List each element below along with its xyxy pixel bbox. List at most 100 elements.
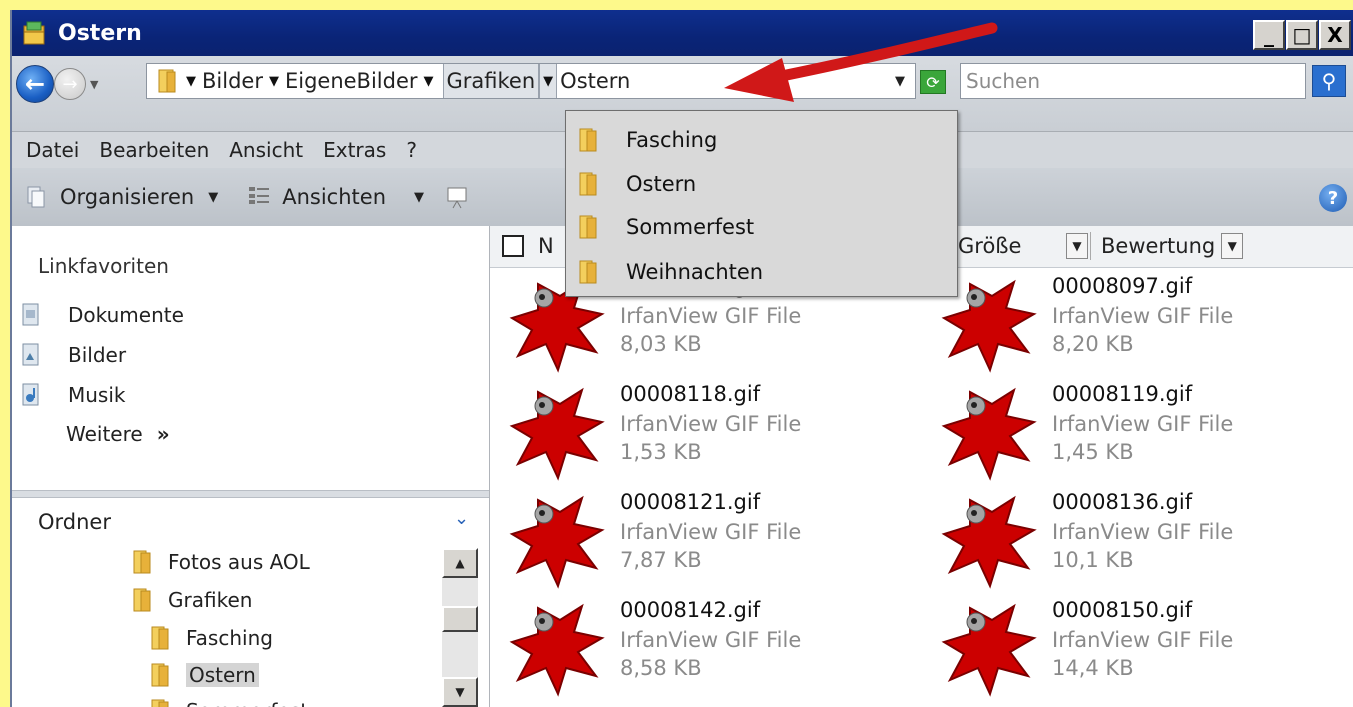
tree-item-label: Sommerfest [186, 699, 308, 707]
dropdown-item-sommerfest[interactable]: Sommerfest [578, 214, 754, 240]
slideshow-icon [446, 185, 467, 209]
file-item[interactable]: 00008121.gif IrfanView GIF File 7,87 KB [508, 490, 928, 598]
chevron-down-icon[interactable]: ⌄ [454, 508, 469, 529]
file-item[interactable]: 00008136.gif IrfanView GIF File 10,1 KB [940, 490, 1353, 598]
file-size: 7,87 KB [620, 548, 702, 572]
organize-icon [26, 185, 46, 209]
favorite-documents[interactable]: Dokumente [20, 302, 184, 328]
folder-icon [150, 698, 172, 707]
file-type: IrfanView GIF File [1052, 520, 1234, 544]
menu-ansicht[interactable]: Ansicht [219, 138, 313, 162]
irfanview-icon [941, 387, 1037, 481]
folder-icon [578, 214, 600, 240]
file-type: IrfanView GIF File [620, 628, 802, 652]
file-item[interactable]: 00008150.gif IrfanView GIF File 14,4 KB [940, 598, 1353, 706]
favorite-pictures[interactable]: Bilder [20, 342, 126, 368]
documents-icon [20, 302, 42, 328]
double-chevron-right-icon: » [156, 422, 170, 446]
file-item[interactable]: 00008142.gif IrfanView GIF File 8,58 KB [508, 598, 928, 706]
dropdown-item-label: Sommerfest [626, 215, 755, 239]
file-item[interactable]: 00008119.gif IrfanView GIF File 1,45 KB [940, 382, 1353, 490]
organize-label: Organisieren [60, 185, 195, 209]
music-icon [20, 382, 42, 408]
scroll-down-button[interactable]: ▼ [442, 677, 478, 707]
tree-item-fotos-aus-aol[interactable]: Fotos aus AOL [128, 547, 314, 577]
views-button[interactable]: Ansichten ▼ [248, 185, 424, 209]
tree-item-fasching[interactable]: Fasching [146, 623, 277, 653]
menu-bearbeiten[interactable]: Bearbeiten [89, 138, 219, 162]
file-item[interactable]: 00008118.gif IrfanView GIF File 1,53 KB [508, 382, 928, 490]
file-name: 00008142.gif [620, 598, 761, 622]
favorite-music[interactable]: Musik [20, 382, 126, 408]
scroll-thumb[interactable] [442, 606, 478, 632]
pictures-icon [20, 342, 42, 368]
file-name: 00008097.gif [1052, 274, 1193, 298]
file-size: 1,45 KB [1052, 440, 1134, 464]
file-name: 00008118.gif [620, 382, 761, 406]
file-type: IrfanView GIF File [620, 304, 802, 328]
file-item[interactable]: 00008097.gif IrfanView GIF File 8,20 KB [940, 274, 1353, 382]
tree-item-sommerfest[interactable]: Sommerfest [146, 696, 312, 707]
file-name: 00008119.gif [1052, 382, 1193, 406]
folder-icon [578, 171, 600, 197]
menu-extras[interactable]: Extras [313, 138, 396, 162]
column-size[interactable]: Größe [958, 232, 1021, 260]
tree-item-label-selected: Ostern [186, 663, 259, 687]
irfanview-icon [941, 495, 1037, 589]
dropdown-item-fasching[interactable]: Fasching [578, 127, 717, 153]
views-icon [248, 185, 270, 209]
file-type: IrfanView GIF File [1052, 628, 1234, 652]
file-type: IrfanView GIF File [620, 520, 802, 544]
irfanview-icon [509, 603, 605, 697]
favorites-more[interactable]: Weitere » [66, 422, 170, 446]
tree-item-label: Fasching [186, 626, 273, 650]
file-size: 14,4 KB [1052, 656, 1134, 680]
column-rating-label: Bewertung [1101, 234, 1216, 258]
irfanview-icon [509, 387, 605, 481]
file-type: IrfanView GIF File [1052, 304, 1234, 328]
folder-icon [150, 662, 172, 688]
select-all-checkbox[interactable] [502, 235, 524, 257]
favorites-title: Linkfavoriten [38, 254, 169, 278]
chevron-down-icon[interactable]: ▼ [1221, 233, 1244, 259]
chevron-down-icon: ▼ [414, 189, 425, 205]
organize-button[interactable]: Organisieren ▼ [26, 185, 218, 209]
slideshow-button[interactable] [446, 185, 480, 209]
file-size: 8,58 KB [620, 656, 702, 680]
dropdown-item-weihnachten[interactable]: Weihnachten [578, 259, 763, 285]
file-type: IrfanView GIF File [620, 412, 802, 436]
dropdown-item-ostern[interactable]: Ostern [578, 171, 696, 197]
chevron-down-icon[interactable]: ▼ [1066, 233, 1088, 259]
column-size-filter[interactable]: ▼ [1060, 232, 1088, 260]
explorer-window: Ostern _ □ X ← → ▼ ▼ Bilder ▼ EigeneBild… [10, 10, 1353, 707]
folder-icon [578, 259, 600, 285]
dropdown-item-label: Ostern [626, 172, 697, 196]
breadcrumb-dropdown-menu: Fasching Ostern Sommerfest Weihnachten [565, 110, 958, 297]
menu-datei[interactable]: Datei [16, 138, 89, 162]
folder-scrollbar[interactable]: ▲ ▼ [442, 548, 478, 707]
navigation-pane: Linkfavoriten Dokumente Bilder Musik Wei… [12, 226, 490, 707]
file-size: 8,20 KB [1052, 332, 1134, 356]
tree-item-grafiken[interactable]: Grafiken [128, 585, 256, 615]
column-name[interactable]: N [538, 234, 554, 258]
file-size: 10,1 KB [1052, 548, 1134, 572]
tree-item-ostern[interactable]: Ostern [146, 660, 263, 690]
dropdown-item-label: Fasching [626, 128, 718, 152]
help-icon[interactable]: ? [1319, 184, 1347, 212]
column-rating[interactable]: Bewertung ▼ [1090, 232, 1244, 260]
scroll-up-button[interactable]: ▲ [442, 548, 478, 578]
views-label: Ansichten [282, 185, 387, 209]
file-name: 00008121.gif [620, 490, 761, 514]
column-size-label: Größe [958, 234, 1022, 258]
dropdown-item-label: Weihnachten [626, 260, 764, 284]
more-label: Weitere [66, 422, 143, 446]
file-type: IrfanView GIF File [1052, 412, 1234, 436]
file-size: 8,03 KB [620, 332, 702, 356]
file-name: 00008136.gif [1052, 490, 1193, 514]
folder-icon [132, 549, 154, 575]
pane-splitter[interactable] [12, 490, 489, 498]
menu-help[interactable]: ? [396, 138, 427, 162]
folders-title[interactable]: Ordner [38, 510, 111, 534]
irfanview-icon [941, 603, 1037, 697]
irfanview-icon [509, 495, 605, 589]
